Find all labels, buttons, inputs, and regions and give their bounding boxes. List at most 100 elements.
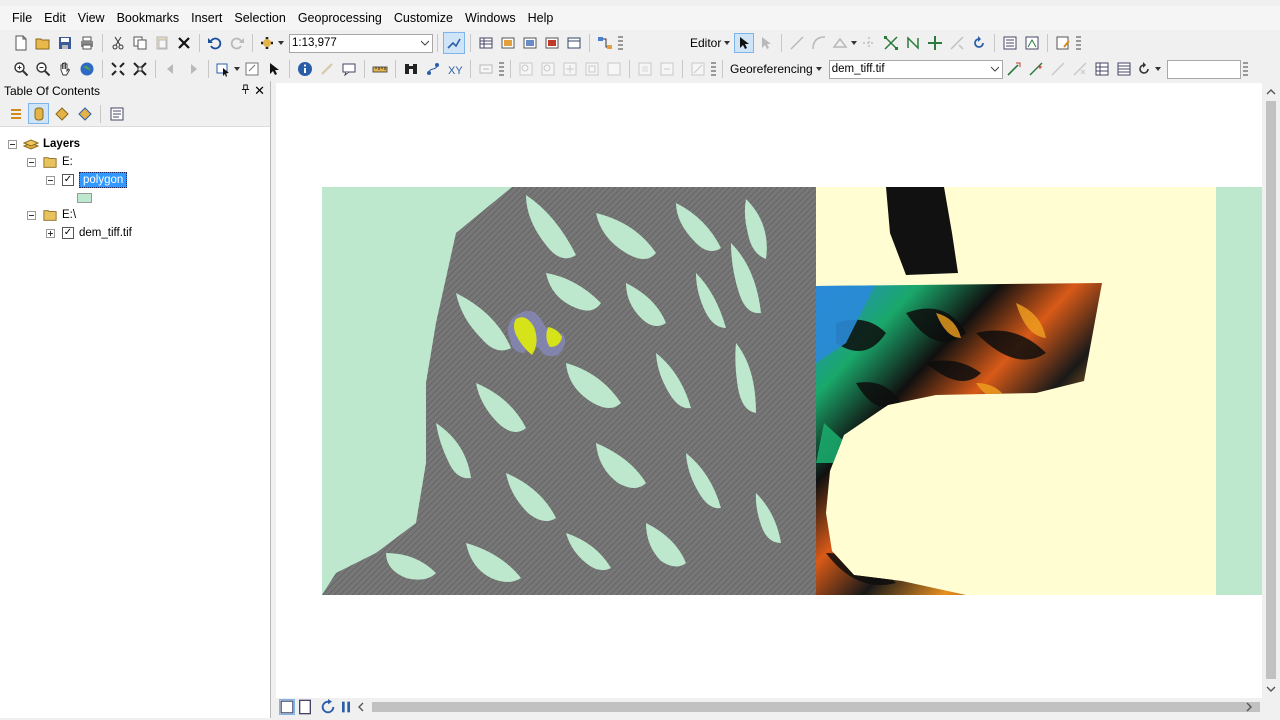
close-icon[interactable]: ✕ [254, 83, 265, 99]
pause-drawing-icon[interactable] [338, 699, 354, 715]
edit-tool-icon[interactable] [734, 33, 755, 53]
georef-scale-icon[interactable] [688, 59, 708, 79]
print-icon[interactable] [77, 33, 97, 53]
cut-icon[interactable] [108, 33, 128, 53]
horizontal-scroll-thumb[interactable] [372, 702, 1260, 712]
pan-hand-icon[interactable] [55, 59, 75, 79]
map-scale-combo[interactable]: 1:13,977 [289, 33, 433, 53]
fixed-zoom-in-icon[interactable] [108, 59, 128, 79]
split-line-icon[interactable] [947, 33, 967, 53]
redo-icon[interactable] [227, 33, 247, 53]
collapse-toggle[interactable] [27, 210, 36, 220]
georef-table-icon[interactable] [1114, 59, 1134, 79]
reshape-feature-icon[interactable] [903, 33, 923, 53]
toolbar-grip[interactable] [1242, 62, 1248, 76]
toolbar-grip[interactable] [1076, 36, 1082, 50]
rotation-angle-input[interactable] [1166, 59, 1241, 79]
attributes-icon[interactable] [1000, 33, 1020, 53]
data-view-icon[interactable] [279, 699, 295, 715]
polygon-legend-swatch[interactable] [77, 193, 92, 203]
fixed-zoom-out-icon[interactable] [130, 59, 150, 79]
menu-geoprocessing[interactable]: Geoprocessing [292, 7, 388, 29]
catalog-icon[interactable] [498, 33, 518, 53]
endpoint-arc-icon[interactable] [809, 33, 829, 53]
rotate-raster-icon[interactable] [1004, 59, 1024, 79]
options-icon[interactable] [106, 103, 127, 124]
rotate-tool-icon[interactable] [969, 33, 989, 53]
scroll-right-icon[interactable] [1244, 702, 1254, 712]
scroll-up-icon[interactable] [1266, 87, 1276, 97]
layer-label-dem[interactable]: dem_tiff.tif [79, 227, 132, 239]
find-binoculars-icon[interactable] [401, 59, 421, 79]
layout-view-icon[interactable] [297, 699, 313, 715]
straight-segment-icon[interactable] [787, 33, 807, 53]
go-back-icon[interactable] [161, 59, 181, 79]
tree-group-e-root[interactable]: E:\ [27, 206, 76, 224]
list-by-source-icon[interactable] [28, 103, 49, 124]
georef-fit-icon[interactable] [582, 59, 602, 79]
create-features-icon[interactable] [1053, 33, 1073, 53]
add-data-icon[interactable] [258, 33, 284, 53]
edit-annotation-icon[interactable] [756, 33, 776, 53]
georeferencing-menu-button[interactable]: Georeferencing [727, 59, 825, 79]
menu-file[interactable]: File [6, 7, 38, 29]
rotate-dropdown-icon[interactable] [1136, 59, 1162, 79]
construction-tools-icon[interactable] [831, 33, 857, 53]
georef-rotate-icon[interactable] [635, 59, 655, 79]
list-by-drawing-order-icon[interactable] [5, 103, 26, 124]
visibility-checkbox[interactable]: ✓ [62, 174, 74, 186]
clear-selection-icon[interactable] [242, 59, 262, 79]
table-icon[interactable] [476, 33, 496, 53]
hyperlink-icon[interactable] [317, 59, 337, 79]
visibility-checkbox[interactable]: ✓ [62, 227, 74, 239]
editor-menu-button[interactable]: Editor [687, 33, 733, 53]
view-link-table-icon[interactable] [1092, 59, 1112, 79]
georef-full-icon[interactable] [604, 59, 624, 79]
menu-edit[interactable]: Edit [38, 7, 72, 29]
search-window-icon[interactable] [520, 33, 540, 53]
zoom-out-icon[interactable] [33, 59, 53, 79]
sketch-properties-icon[interactable] [1022, 33, 1042, 53]
tree-root-layers[interactable]: Layers [8, 135, 80, 153]
copy-icon[interactable] [130, 33, 150, 53]
tree-layer-dem[interactable]: ✓ dem_tiff.tif [46, 224, 132, 242]
map-layers[interactable] [276, 83, 1262, 698]
scroll-left-icon[interactable] [356, 702, 366, 712]
time-slider-icon[interactable] [476, 59, 496, 79]
collapse-toggle[interactable] [27, 157, 36, 167]
add-control-points-icon[interactable] [1026, 59, 1046, 79]
select-elements-icon[interactable] [264, 59, 284, 79]
modelbuilder-icon[interactable] [595, 33, 615, 53]
georef-zoom-out-icon[interactable] [538, 59, 558, 79]
undo-icon[interactable] [205, 33, 225, 53]
select-features-icon[interactable] [214, 59, 240, 79]
georef-pan-icon[interactable] [560, 59, 580, 79]
pin-icon[interactable] [241, 84, 250, 98]
html-popup-icon[interactable] [339, 59, 359, 79]
georef-zoom-in-icon[interactable] [516, 59, 536, 79]
toolbar-grip[interactable] [711, 62, 716, 76]
open-folder-icon[interactable] [33, 33, 53, 53]
zoom-in-icon[interactable] [11, 59, 31, 79]
select-link-icon[interactable] [1048, 59, 1068, 79]
expand-toggle[interactable] [46, 228, 55, 238]
menu-customize[interactable]: Customize [388, 7, 459, 29]
list-by-visibility-icon[interactable] [51, 103, 72, 124]
cut-polygons-icon[interactable] [925, 33, 945, 53]
toolbar-grip[interactable] [499, 62, 504, 76]
tree-group-e[interactable]: E: [27, 153, 73, 171]
menu-insert[interactable]: Insert [185, 7, 228, 29]
edit-vertices-icon[interactable] [881, 33, 901, 53]
delete-icon[interactable] [174, 33, 194, 53]
list-by-selection-icon[interactable] [74, 103, 95, 124]
measure-icon[interactable] [370, 59, 390, 79]
menu-selection[interactable]: Selection [228, 7, 291, 29]
go-to-xy-icon[interactable]: XY [445, 59, 465, 79]
georef-layer-combo[interactable]: dem_tiff.tif [828, 59, 1003, 79]
tree-layer-polygon[interactable]: ✓ polygon [46, 171, 128, 189]
find-route-icon[interactable] [423, 59, 443, 79]
arctoolbox-icon[interactable] [542, 33, 562, 53]
layer-label-polygon[interactable]: polygon [79, 172, 128, 188]
save-icon[interactable] [55, 33, 75, 53]
scroll-down-icon[interactable] [1266, 684, 1276, 694]
